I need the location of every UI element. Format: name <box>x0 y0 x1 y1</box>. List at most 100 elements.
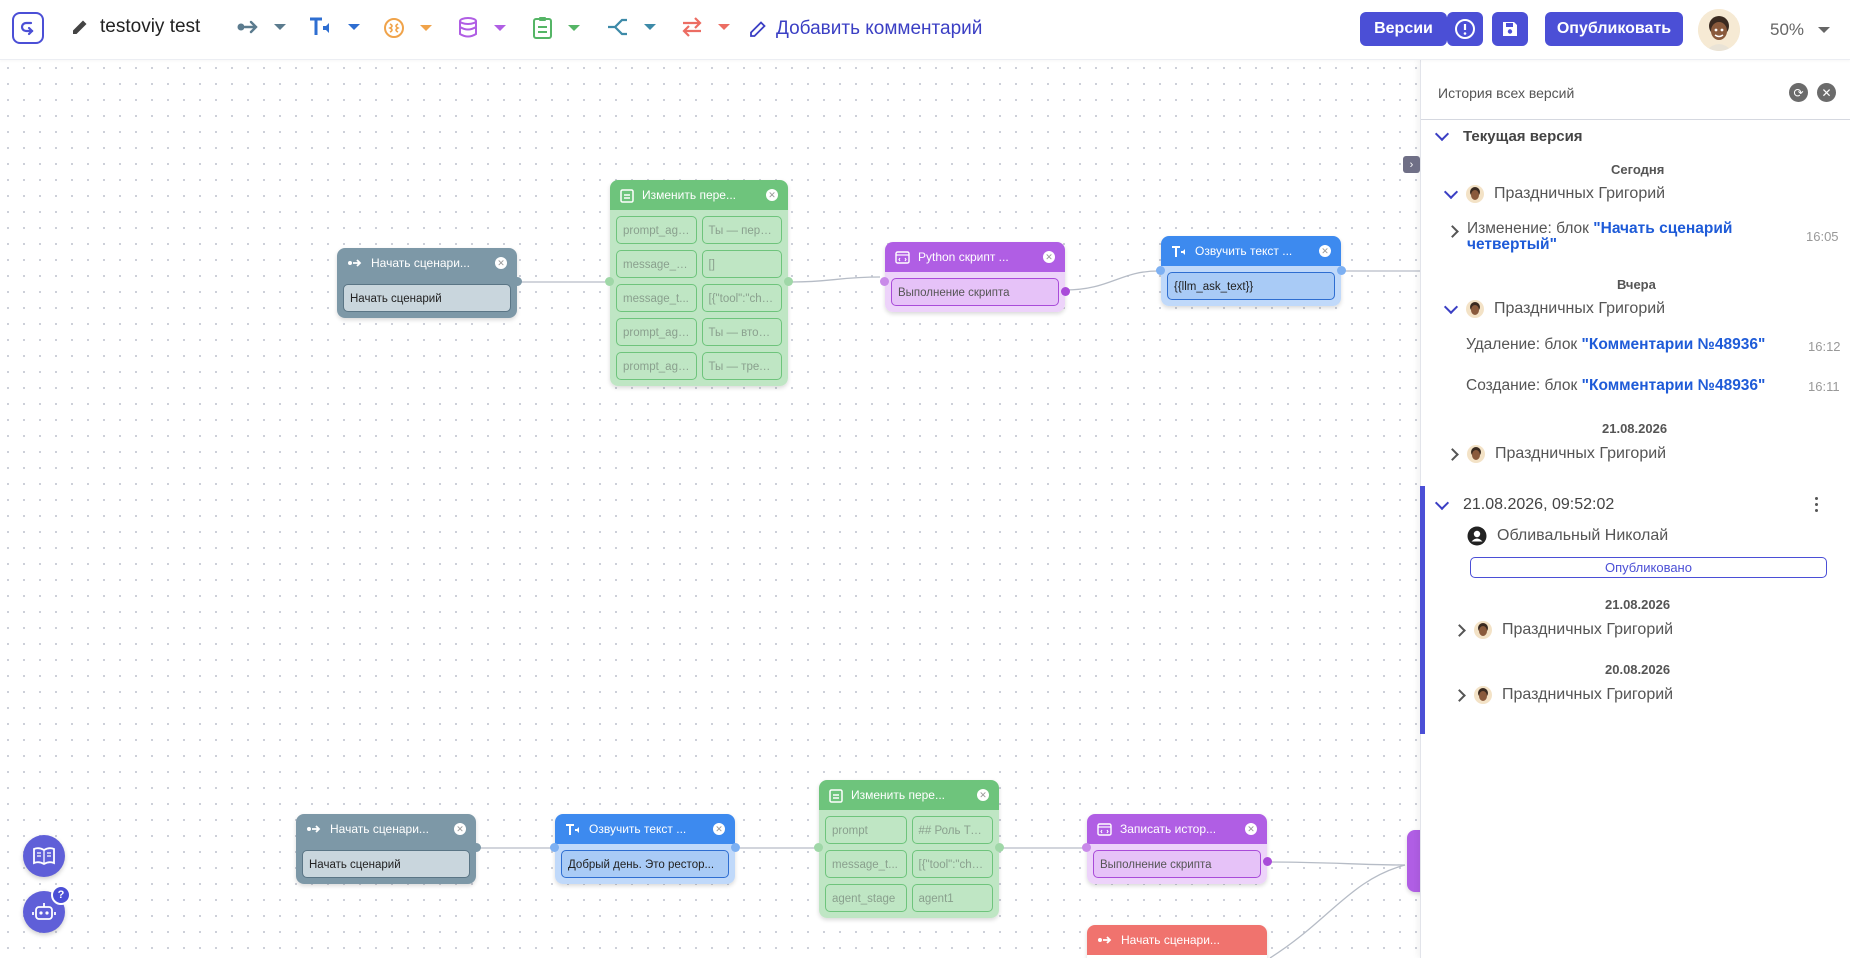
back-logo-icon[interactable] <box>12 12 44 44</box>
tool-ai-dropdown[interactable] <box>382 16 432 40</box>
variable-name[interactable]: prompt_age... <box>616 216 697 244</box>
help-badge[interactable]: ? <box>51 885 71 905</box>
variable-name[interactable]: message_di... <box>616 250 697 278</box>
output-port[interactable] <box>1263 857 1272 866</box>
change-entry[interactable]: Удаление: блок "Комментарии №48936" <box>1466 336 1766 353</box>
assistant-bot-button[interactable]: ? <box>23 885 71 933</box>
variable-value[interactable]: Ты — трети... <box>701 352 782 380</box>
tool-start-dropdown[interactable] <box>236 16 286 38</box>
input-port[interactable] <box>605 277 614 286</box>
flow-canvas[interactable]: Начать сценари... ✕ Начать сценарий Изме… <box>0 60 1420 958</box>
variable-name[interactable]: message_t... <box>616 284 697 312</box>
node-python-script[interactable]: Python скрипт ... ✕ Выполнение скрипта <box>880 242 1070 312</box>
info-button[interactable] <box>1447 12 1483 46</box>
variable-value[interactable]: agent1 <box>911 884 993 912</box>
input-port[interactable] <box>550 843 559 852</box>
user-group-toggle[interactable]: Праздничных Григорий <box>1453 621 1673 639</box>
variable-value[interactable]: ## Роль Ты... <box>911 816 993 844</box>
tool-transfer-dropdown[interactable] <box>680 16 730 38</box>
user-group-toggle[interactable]: Праздничных Григорий <box>1443 299 1665 318</box>
variable-value[interactable]: [] <box>701 250 782 278</box>
variable-name[interactable]: prompt_age... <box>616 318 697 346</box>
variable-name[interactable]: agent_stage <box>825 884 907 912</box>
scenario-title-wrap[interactable]: testoviy test <box>70 16 200 38</box>
refresh-icon[interactable]: ⟳ <box>1789 83 1808 102</box>
more-options-icon[interactable] <box>1815 497 1819 512</box>
variable-value[interactable]: Ты — второ... <box>701 318 782 346</box>
node-change-variables[interactable]: Изменить пере... ✕ prompt ## Роль Ты... … <box>814 780 1004 918</box>
change-entry[interactable]: Изменение: блок "Начать сценарий четверт… <box>1446 220 1747 254</box>
output-port[interactable] <box>731 843 740 852</box>
published-version-toggle[interactable]: 21.08.2026, 09:52:02 <box>1434 495 1614 514</box>
input-port[interactable] <box>1156 266 1165 275</box>
input-port[interactable] <box>814 843 823 852</box>
user-group-toggle[interactable]: Праздничных Григорий <box>1443 184 1665 203</box>
add-comment-button[interactable]: Добавить комментарий <box>748 18 982 40</box>
tool-variables-dropdown[interactable] <box>532 16 580 40</box>
close-icon[interactable]: ✕ <box>495 257 507 269</box>
close-icon[interactable]: ✕ <box>766 189 778 201</box>
node-header[interactable]: Начать сценари... ✕ <box>296 814 476 844</box>
output-port[interactable] <box>513 277 522 286</box>
output-port[interactable] <box>1061 287 1070 296</box>
close-icon[interactable]: ✕ <box>713 823 725 835</box>
node-header[interactable]: Python скрипт ... ✕ <box>885 242 1065 272</box>
output-port[interactable] <box>784 277 793 286</box>
close-icon[interactable]: ✕ <box>1319 245 1331 257</box>
node-field[interactable]: Выполнение скрипта <box>891 278 1059 306</box>
user-group-toggle[interactable]: Праздничных Григорий <box>1446 445 1666 463</box>
variable-value[interactable]: [{"tool":"che... <box>701 284 782 312</box>
node-field[interactable]: {{llm_ask_text}} <box>1167 272 1335 300</box>
close-icon[interactable]: ✕ <box>977 789 989 801</box>
output-port[interactable] <box>472 843 481 852</box>
variable-name[interactable]: message_t... <box>825 850 907 878</box>
close-icon[interactable]: ✕ <box>454 823 466 835</box>
node-header[interactable]: Изменить пере... ✕ <box>819 780 999 810</box>
node-speak-text[interactable]: Озвучить текст ... ✕ Добрый день. Это ре… <box>550 814 740 884</box>
publish-button[interactable]: Опубликовать <box>1545 12 1683 46</box>
tool-database-dropdown[interactable] <box>458 16 506 40</box>
node-field[interactable]: Выполнение скрипта <box>1093 850 1261 878</box>
node-start-scenario[interactable]: Начать сценари... <box>1087 925 1267 958</box>
docs-button[interactable] <box>23 835 65 877</box>
save-button[interactable] <box>1492 12 1528 46</box>
user-avatar[interactable] <box>1698 9 1740 51</box>
change-entry[interactable]: Создание: блок "Комментарии №48936" <box>1466 377 1766 394</box>
versions-button[interactable]: Версии <box>1360 12 1447 46</box>
tool-speak-dropdown[interactable] <box>308 16 360 38</box>
current-version-toggle[interactable]: Текущая версия <box>1434 126 1583 145</box>
variable-name[interactable]: prompt <box>825 816 907 844</box>
input-port[interactable] <box>880 277 889 286</box>
close-icon[interactable]: ✕ <box>1245 823 1257 835</box>
node-header[interactable]: Озвучить текст ... ✕ <box>555 814 735 844</box>
zoom-dropdown[interactable]: 50% <box>1770 20 1831 40</box>
output-port[interactable] <box>1337 266 1346 275</box>
close-icon[interactable]: ✕ <box>1043 251 1055 263</box>
node-field[interactable]: Добрый день. Это рестор... <box>561 850 729 878</box>
variable-name[interactable]: prompt_age... <box>616 352 697 380</box>
node-field[interactable]: Начать сценарий <box>343 284 511 312</box>
close-icon[interactable]: ✕ <box>1817 83 1836 102</box>
node-header[interactable]: Начать сценари... <box>1087 925 1267 955</box>
node-write-history[interactable]: Записать истор... ✕ Выполнение скрипта <box>1082 814 1272 884</box>
node-field[interactable]: Начать сценарий <box>302 850 470 878</box>
node-start-scenario[interactable]: Начать сценари... ✕ Начать сценарий <box>337 248 522 318</box>
output-port[interactable] <box>995 843 1004 852</box>
node-header[interactable]: Изменить пере... ✕ <box>610 180 788 210</box>
node-header[interactable]: Записать истор... ✕ <box>1087 814 1267 844</box>
node-partial[interactable] <box>1407 830 1420 892</box>
node-speak-text[interactable]: Озвучить текст ... ✕ {{llm_ask_text}} <box>1156 236 1346 306</box>
change-target-link[interactable]: "Комментарии №48936" <box>1582 377 1766 394</box>
variable-value[interactable]: [{"tool":"che... <box>911 850 993 878</box>
variable-value[interactable]: Ты — перв... <box>701 216 782 244</box>
node-start-scenario[interactable]: Начать сценари... ✕ Начать сценарий <box>296 814 481 884</box>
input-port[interactable] <box>1082 843 1091 852</box>
node-header[interactable]: Озвучить текст ... ✕ <box>1161 236 1341 266</box>
add-comment-label: Добавить комментарий <box>776 18 983 39</box>
user-group-toggle[interactable]: Праздничных Григорий <box>1453 686 1673 704</box>
node-change-variables[interactable]: Изменить пере... ✕ prompt_age... Ты — пе… <box>605 180 793 386</box>
node-header[interactable]: Начать сценари... ✕ <box>337 248 517 278</box>
change-target-link[interactable]: "Комментарии №48936" <box>1582 336 1766 353</box>
panel-collapse-toggle[interactable]: › <box>1403 156 1420 173</box>
tool-branch-dropdown[interactable] <box>606 16 656 38</box>
